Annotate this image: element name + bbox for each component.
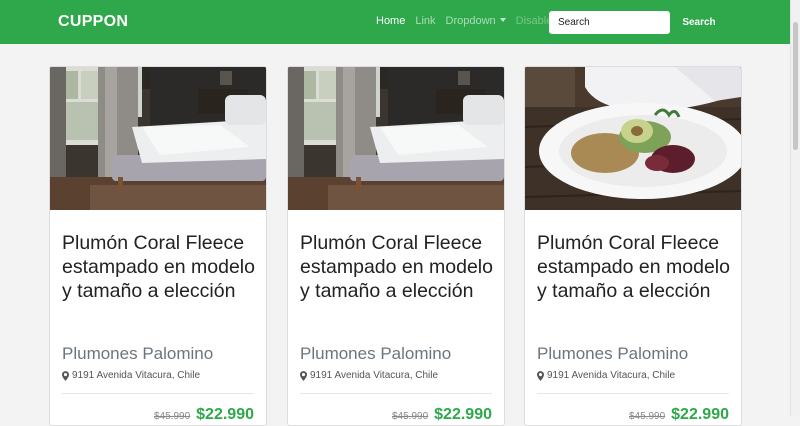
card-address: 9191 Avenida Vitacura, Chile [62,370,200,381]
map-pin-icon [537,370,544,381]
current-price: $22.990 [196,406,254,423]
nav-link-home[interactable]: Home [376,15,405,27]
product-card[interactable]: Plumón Coral Fleece estampado en modelo … [524,66,742,426]
salad-bowl-photo[interactable] [525,67,741,210]
current-price: $22.990 [434,406,492,423]
card-divider [300,393,492,394]
price-row: $45.990 $22.990 [154,406,254,424]
card-title[interactable]: Plumón Coral Fleece estampado en modelo … [62,231,258,303]
scrollbar-thumb[interactable] [793,22,798,150]
card-address-text: 9191 Avenida Vitacura, Chile [72,370,201,381]
card-address-text: 9191 Avenida Vitacura, Chile [547,370,676,381]
caret-down-icon [499,18,506,22]
card-title[interactable]: Plumón Coral Fleece estampado en modelo … [300,231,496,303]
card-address-text: 9191 Avenida Vitacura, Chile [310,370,439,381]
current-price: $22.990 [671,406,729,423]
brand-logo[interactable]: CUPPON [58,13,128,31]
map-pin-icon [300,370,307,381]
old-price: $45.990 [392,411,429,422]
price-row: $45.990 $22.990 [629,406,729,424]
price-row: $45.990 $22.990 [392,406,492,424]
card-divider [537,393,729,394]
card-subtitle: Plumones Palomino [300,344,452,363]
bedroom-photo[interactable] [288,67,504,210]
nav-links: Home Link Dropdown Disabled [376,15,568,27]
search-input[interactable] [549,11,670,34]
search-button[interactable]: Search [676,11,722,34]
bedroom-photo[interactable] [50,67,266,210]
map-pin-icon [62,370,69,381]
product-card[interactable]: Plumón Coral Fleece estampado en modelo … [287,66,505,426]
card-address: 9191 Avenida Vitacura, Chile [537,370,675,381]
navbar: CUPPON Home Link Dropdown Disabled Searc… [0,0,790,44]
card-address: 9191 Avenida Vitacura, Chile [300,370,438,381]
card-subtitle: Plumones Palomino [62,344,214,363]
nav-link-link[interactable]: Link [415,15,435,27]
nav-dropdown-label: Dropdown [445,15,496,27]
card-subtitle: Plumones Palomino [537,344,689,363]
card-title[interactable]: Plumón Coral Fleece estampado en modelo … [537,231,733,303]
old-price: $45.990 [154,411,191,422]
product-card[interactable]: Plumón Coral Fleece estampado en modelo … [49,66,267,426]
card-divider [62,393,254,394]
nav-dropdown[interactable]: Dropdown [446,15,506,27]
old-price: $45.990 [629,411,666,422]
page-scrollbar[interactable] [790,0,800,416]
